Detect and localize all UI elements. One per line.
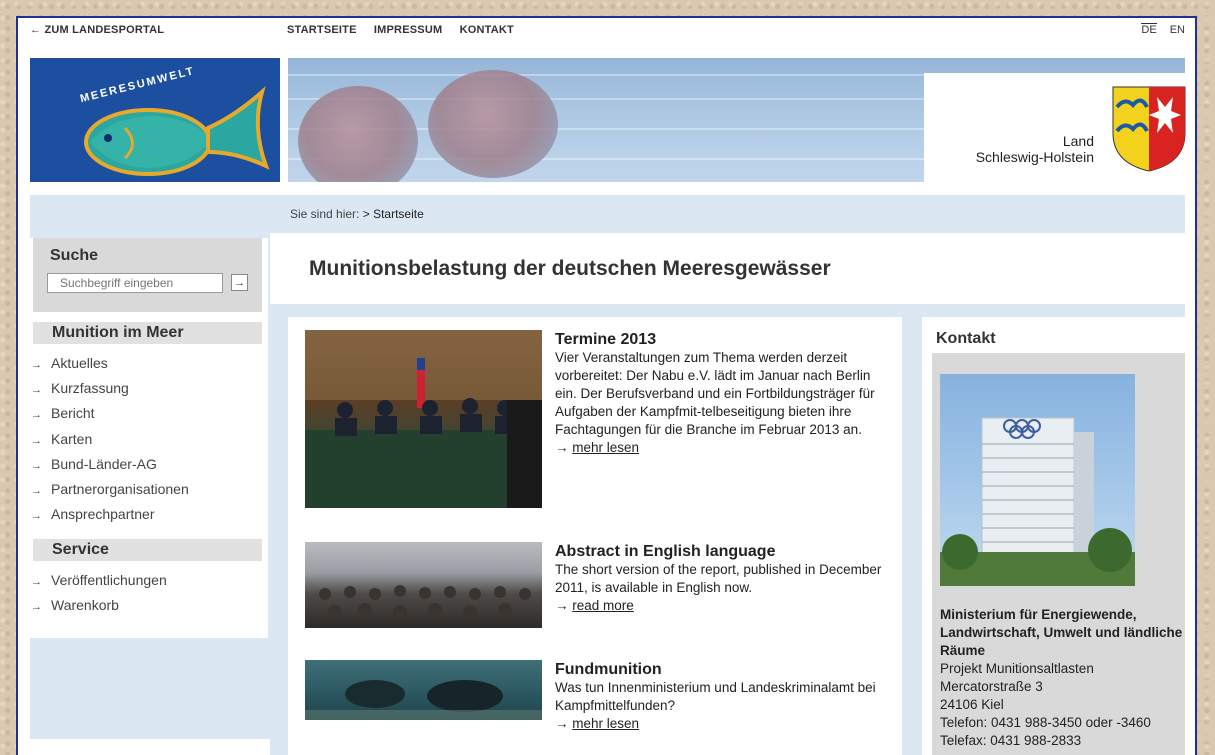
- news-image-diver[interactable]: [305, 660, 542, 720]
- contact-ministry: Ministerium für Energiewende, Landwirtsc…: [940, 607, 1183, 658]
- coat-of-arms-icon: [1111, 85, 1187, 178]
- nav-item-bund-laender-ag[interactable]: → Bund-Länder-AG: [31, 453, 189, 478]
- nav-item-partnerorganisationen[interactable]: → Partnerorganisationen: [31, 478, 189, 503]
- contact-street: Mercatorstraße 3: [940, 679, 1043, 694]
- contact-phone: Telefon: 0431 988-3450 oder -3460: [940, 715, 1151, 730]
- meeresumwelt-logo[interactable]: MEERESUMWELT: [30, 58, 280, 182]
- page-title: Munitionsbelastung der deutschen Meeresg…: [309, 257, 831, 280]
- nav-item-bericht[interactable]: → Bericht: [31, 402, 189, 427]
- top-nav: STARTSEITE IMPRESSUM KONTAKT: [287, 24, 528, 36]
- contact-fax: Telefax: 0431 988-2833: [940, 733, 1082, 748]
- nav-impressum[interactable]: IMPRESSUM: [374, 24, 442, 36]
- news-item-abstract: Abstract in English language The short v…: [555, 542, 885, 615]
- news-title-abstract[interactable]: Abstract in English language: [555, 542, 885, 561]
- news-item-termine: Termine 2013 Vier Veranstaltungen zum Th…: [555, 330, 885, 457]
- contact-city: 24106 Kiel: [940, 697, 1004, 712]
- search-input[interactable]: [47, 273, 223, 293]
- service-nav: → Veröffentlichungen → Warenkorb: [31, 569, 167, 619]
- section-munition-title: Munition im Meer: [33, 322, 262, 344]
- news-image-audience[interactable]: [305, 542, 542, 628]
- news-text-fundmunition: Was tun Innenministerium und Landeskrimi…: [555, 680, 876, 713]
- breadcrumb-current[interactable]: Startseite: [373, 207, 424, 221]
- news-text-termine: Vier Veranstaltungen zum Thema werden de…: [555, 350, 875, 437]
- munition-nav: → Aktuelles → Kurzfassung → Bericht → Karten…: [31, 352, 189, 528]
- nav-item-karten[interactable]: → Karten: [31, 428, 189, 453]
- search-title: Suche: [50, 247, 99, 264]
- contact-title: Kontakt: [936, 330, 996, 347]
- landesportal-link[interactable]: ← ZUM LANDESPORTAL: [30, 24, 164, 36]
- news-text-abstract: The short version of the report, publish…: [555, 562, 882, 595]
- nav-startseite[interactable]: STARTSEITE: [287, 24, 357, 36]
- news-title-termine[interactable]: Termine 2013: [555, 330, 885, 349]
- land-label: Land Schleswig-Holstein: [975, 133, 1094, 165]
- language-switch: DE EN: [1131, 23, 1185, 36]
- news-more-termine[interactable]: mehr lesen: [572, 440, 639, 455]
- news-more-abstract[interactable]: read more: [572, 598, 634, 613]
- breadcrumb: Sie sind hier: > Startseite: [290, 207, 424, 221]
- news-item-fundmunition: Fundmunition Was tun Innenministerium un…: [555, 660, 885, 733]
- nav-item-ansprechpartner[interactable]: → Ansprechpartner: [31, 503, 189, 528]
- nav-item-veroeffentlichungen[interactable]: → Veröffentlichungen: [31, 569, 167, 594]
- lang-de[interactable]: DE: [1141, 23, 1157, 36]
- nav-item-warenkorb[interactable]: → Warenkorb: [31, 594, 167, 619]
- breadcrumb-separator: >: [362, 207, 370, 221]
- breadcrumb-bar: [30, 195, 1185, 233]
- nav-item-kurzfassung[interactable]: → Kurzfassung: [31, 377, 189, 402]
- news-more-fundmunition[interactable]: mehr lesen: [572, 716, 639, 731]
- news-title-fundmunition[interactable]: Fundmunition: [555, 660, 885, 679]
- news-image-conference[interactable]: [305, 330, 542, 508]
- ministry-building-image: [940, 374, 1135, 586]
- contact-project: Projekt Munitionsaltlasten: [940, 661, 1094, 676]
- section-service-title: Service: [33, 539, 262, 561]
- lang-en[interactable]: EN: [1170, 24, 1185, 36]
- search-submit-button[interactable]: →: [231, 274, 248, 291]
- nav-kontakt[interactable]: KONTAKT: [460, 24, 514, 36]
- breadcrumb-prefix: Sie sind hier:: [290, 207, 360, 221]
- nav-item-aktuelles[interactable]: → Aktuelles: [31, 352, 189, 377]
- contact-address: Ministerium für Energiewende, Landwirtsc…: [940, 606, 1185, 750]
